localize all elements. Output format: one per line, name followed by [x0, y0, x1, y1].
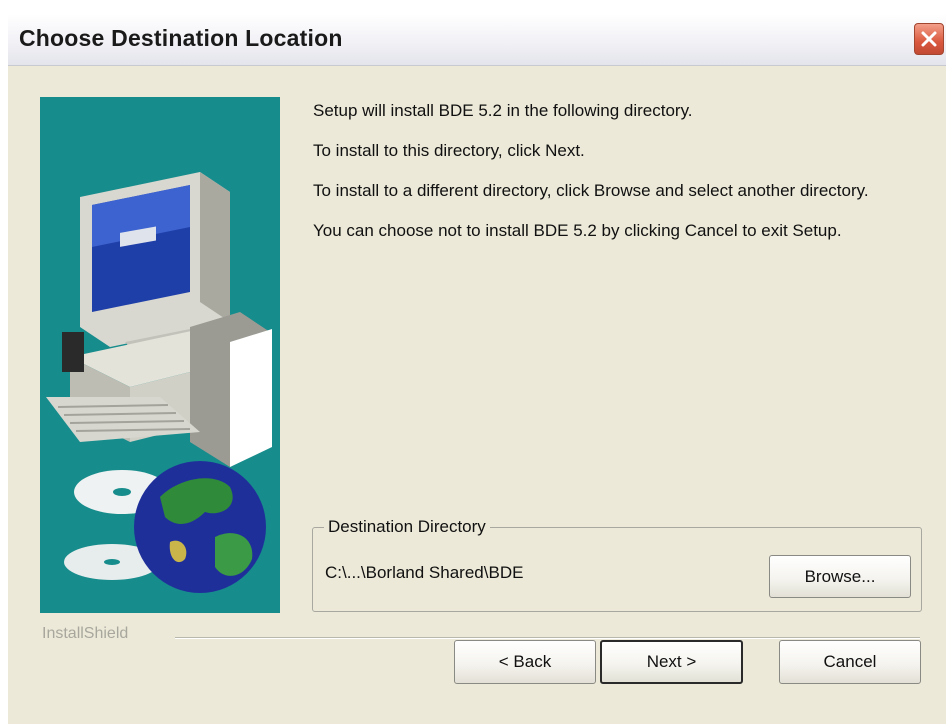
- instructions: Setup will install BDE 5.2 in the follow…: [313, 92, 933, 260]
- instruction-line-3: To install to a different directory, cli…: [313, 181, 869, 200]
- installshield-brand: InstallShield: [42, 625, 129, 642]
- instruction-line-1: Setup will install BDE 5.2 in the follow…: [313, 101, 693, 120]
- next-button[interactable]: Next >: [600, 640, 743, 684]
- instruction-line-4: You can choose not to install BDE 5.2 by…: [313, 221, 842, 240]
- setup-dialog: Choose Destination Location Setup will i…: [8, 14, 946, 724]
- computer-cd-globe-illustration: [40, 97, 280, 613]
- close-icon: [921, 31, 937, 47]
- window-title: Choose Destination Location: [19, 25, 343, 51]
- browse-button[interactable]: Browse...: [769, 555, 911, 598]
- instruction-line-2: To install to this directory, click Next…: [313, 141, 585, 160]
- close-button[interactable]: [914, 23, 944, 55]
- destination-path: C:\...\Borland Shared\BDE: [325, 563, 524, 582]
- back-button[interactable]: < Back: [454, 640, 596, 684]
- cancel-button[interactable]: Cancel: [779, 640, 921, 684]
- destination-directory-label: Destination Directory: [324, 517, 490, 537]
- footer-divider: [175, 637, 920, 639]
- title-bar[interactable]: Choose Destination Location: [8, 14, 946, 66]
- destination-directory-group: Destination Directory C:\...\Borland Sha…: [312, 517, 922, 612]
